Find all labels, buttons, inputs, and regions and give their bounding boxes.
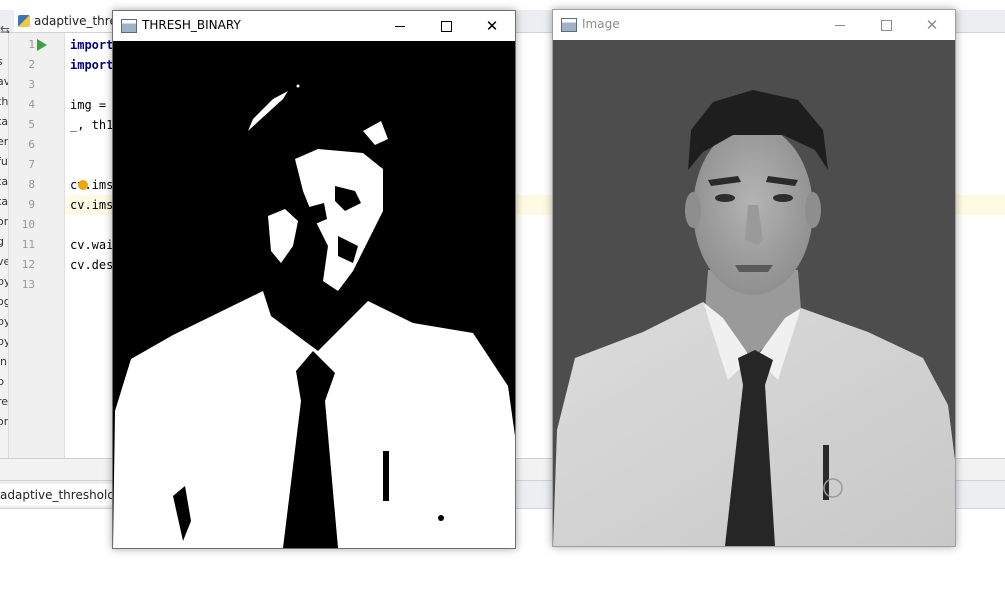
- project-tree-item-fragment[interactable]: og: [0, 295, 8, 308]
- project-tree-item-fragment[interactable]: ta: [0, 115, 8, 128]
- project-tree-item-fragment[interactable]: th: [0, 95, 8, 108]
- python-file-icon: [18, 15, 30, 27]
- run-tab-label: adaptive_thresholding: [0, 488, 123, 502]
- project-tree-item-fragment[interactable]: in: [0, 355, 7, 368]
- editor-file-tab[interactable]: adaptive_thresholding: [14, 10, 115, 32]
- project-tree-item-fragment[interactable]: ta: [0, 175, 8, 188]
- project-tree-item-fragment[interactable]: g: [0, 235, 4, 248]
- line-number: 7: [28, 158, 35, 171]
- project-tree-item-fragment[interactable]: re: [0, 395, 8, 408]
- editor-file-tab-label: adaptive_thresholding: [34, 14, 114, 28]
- close-button[interactable]: ✕: [909, 10, 955, 40]
- minimize-icon: [395, 26, 405, 27]
- project-tree-item-fragment[interactable]: or: [0, 215, 8, 228]
- window-app-icon: [121, 19, 137, 33]
- project-panel: s av th ta er fu ta ta or g ve py og py py in p re or: [0, 33, 9, 458]
- close-icon: ✕: [925, 16, 939, 34]
- maximize-button[interactable]: [423, 11, 469, 41]
- code-line[interactable]: import: [70, 58, 113, 72]
- project-tree-item-fragment[interactable]: p: [0, 375, 4, 388]
- thresholded-image: [113, 41, 515, 548]
- line-number: 1: [28, 38, 35, 51]
- project-tree-item-fragment[interactable]: av: [0, 75, 8, 88]
- line-number: 4: [28, 98, 35, 111]
- code-line[interactable]: import: [70, 38, 113, 52]
- project-tree-item-fragment[interactable]: py: [0, 315, 8, 328]
- line-gutter: 1 2 3 4 5 6 7 8 9 10 11 12 13: [9, 33, 65, 458]
- window-titlebar[interactable]: THRESH_BINARY ✕: [113, 11, 515, 41]
- line-number: 10: [21, 218, 35, 231]
- line-number: 12: [21, 258, 35, 271]
- project-tree-item-fragment[interactable]: py: [0, 275, 8, 288]
- window-title: Image: [582, 17, 620, 31]
- grayscale-portrait-image: [553, 40, 955, 546]
- run-icon[interactable]: [37, 39, 47, 51]
- line-number: 8: [28, 178, 35, 191]
- code-text: _, th1: [70, 118, 114, 132]
- minimize-icon: [835, 25, 845, 26]
- line-number: 9: [28, 198, 35, 211]
- window-titlebar[interactable]: Image ✕: [553, 10, 955, 40]
- grayscale-image: [553, 40, 955, 546]
- close-button[interactable]: ✕: [469, 11, 515, 41]
- window-title: THRESH_BINARY: [142, 18, 241, 32]
- minimize-button[interactable]: [817, 10, 863, 40]
- project-tree-item-fragment[interactable]: or: [0, 415, 8, 428]
- line-number: 2: [28, 58, 35, 71]
- maximize-icon: [440, 21, 452, 32]
- maximize-button[interactable]: [863, 10, 909, 40]
- project-tree-item-fragment[interactable]: fu: [0, 155, 8, 168]
- window-app-icon: [561, 18, 577, 32]
- minimize-button[interactable]: [377, 11, 423, 41]
- line-number: 3: [28, 78, 35, 91]
- project-tree-item-fragment[interactable]: py: [0, 335, 8, 348]
- project-tree-item-fragment[interactable]: er: [0, 135, 8, 148]
- binary-portrait-image: [113, 41, 515, 548]
- code-keyword: import: [70, 38, 114, 52]
- project-tree-item-fragment[interactable]: ta: [0, 195, 8, 208]
- code-keyword: import: [70, 58, 114, 72]
- code-line[interactable]: _, th1: [70, 118, 113, 132]
- project-tree-item-fragment[interactable]: s: [0, 55, 3, 68]
- run-tab[interactable]: adaptive_thresholding✕: [0, 484, 123, 506]
- maximize-icon: [880, 20, 892, 31]
- image-window[interactable]: Image ✕: [552, 9, 956, 547]
- project-tree-item-fragment[interactable]: ve: [0, 255, 8, 268]
- thresh-binary-window[interactable]: THRESH_BINARY ✕: [112, 10, 516, 549]
- line-number: 5: [28, 118, 35, 131]
- intention-bulb-icon[interactable]: [78, 180, 88, 190]
- close-icon: ✕: [485, 17, 499, 35]
- line-number: 11: [21, 238, 35, 251]
- line-number: 6: [28, 138, 35, 151]
- line-number: 13: [21, 278, 35, 291]
